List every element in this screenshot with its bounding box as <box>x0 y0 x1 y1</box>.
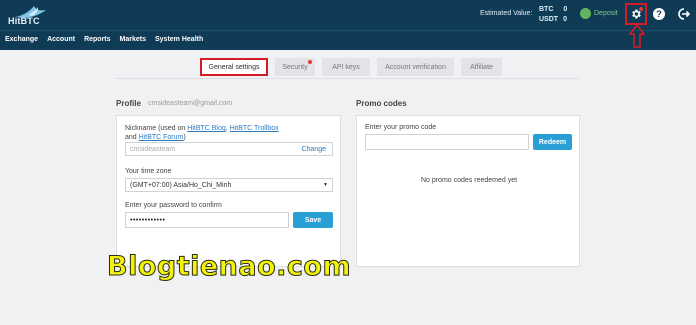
tab-api-keys[interactable]: API keys <box>322 58 370 76</box>
help-icon[interactable]: ? <box>653 8 665 20</box>
change-nickname-link[interactable]: Change <box>301 146 326 153</box>
password-input[interactable]: •••••••••••• <box>125 212 289 228</box>
nav-exchange[interactable]: Exchange <box>5 36 38 43</box>
promo-code-input[interactable] <box>365 134 529 150</box>
balance-amount: 0 <box>563 6 568 13</box>
top-header: HitBTC Estimated Value: BTC 0 USDT 0 Depos… <box>0 0 696 30</box>
no-promo-text: No promo codes reedemed yet <box>420 177 518 184</box>
nav-system-health[interactable]: System Health <box>155 36 203 43</box>
annotation-arrow-icon <box>629 24 645 48</box>
settings-tabs: General settings Security API keys Accou… <box>200 58 502 76</box>
balances: BTC 0 USDT 0 <box>539 5 567 25</box>
deposit-icon <box>580 8 591 19</box>
deposit-label: Deposit <box>594 10 618 17</box>
nav-markets[interactable]: Markets <box>120 36 146 43</box>
tab-affiliate[interactable]: Affiliate <box>461 58 502 76</box>
password-label: Enter your password to confirm <box>125 202 222 209</box>
tab-label: Security <box>282 63 308 71</box>
balance-currency: BTC <box>539 6 554 13</box>
hitbtc-logo[interactable]: HitBTC <box>6 5 56 27</box>
balance-currency: USDT <box>539 16 559 23</box>
nickname-value: cmsideasteam <box>130 145 176 153</box>
notification-dot <box>639 7 643 11</box>
redeem-button[interactable]: Redeem <box>533 134 572 150</box>
nav-reports[interactable]: Reports <box>84 36 110 43</box>
logout-icon[interactable] <box>676 7 690 21</box>
watermark-text: Blogtienao.com <box>106 251 352 283</box>
balance-amount: 0 <box>563 16 567 23</box>
nav-account[interactable]: Account <box>47 36 75 43</box>
profile-email: cmsideasteam@gmail.com <box>148 100 233 107</box>
nickname-label: Nickname (used on HitBTC Blog, HitBTC Tr… <box>125 125 279 141</box>
tab-account-verification[interactable]: Account verification <box>377 58 454 76</box>
settings-button[interactable] <box>625 3 647 25</box>
timezone-select[interactable]: (GMT+07:00) Asia/Ho_Chi_Minh ▼ <box>125 178 333 192</box>
profile-title: Profile <box>116 99 141 108</box>
tab-label: General settings <box>208 63 260 71</box>
tab-alert-dot <box>308 60 312 64</box>
main-nav: Exchange Account Reports Markets System … <box>0 30 696 50</box>
hitbtc-trollbox-link[interactable]: HitBTC Trollbox <box>230 125 279 132</box>
profile-card: Nickname (used on HitBTC Blog, HitBTC Tr… <box>116 115 341 267</box>
tab-general-settings[interactable]: General settings <box>200 58 268 76</box>
tab-label: API keys <box>332 63 360 71</box>
tabs-divider <box>116 78 579 79</box>
nickname-label-text: Nickname (used on <box>125 125 186 132</box>
hitbtc-forum-link[interactable]: HitBTC Forum <box>139 134 184 141</box>
tab-label: Account verification <box>385 63 446 71</box>
timezone-value: (GMT+07:00) Asia/Ho_Chi_Minh <box>130 181 232 189</box>
logo-text: HitBTC <box>8 16 40 26</box>
estimated-value-label: Estimated Value: <box>480 10 533 17</box>
nickname-field[interactable]: cmsideasteam Change <box>125 142 333 156</box>
save-button[interactable]: Save <box>293 212 333 228</box>
and-text: and <box>125 134 137 141</box>
password-value: •••••••••••• <box>130 216 166 224</box>
promo-input-label: Enter your promo code <box>365 124 437 131</box>
chevron-down-icon: ▼ <box>323 182 328 188</box>
promo-title: Promo codes <box>356 99 407 108</box>
tab-security[interactable]: Security <box>275 58 315 76</box>
tab-label: Affiliate <box>470 63 493 71</box>
promo-card: Enter your promo code Redeem No promo co… <box>356 115 580 267</box>
deposit-button[interactable]: Deposit <box>580 8 618 19</box>
timezone-label: Your time zone <box>125 168 172 175</box>
hitbtc-blog-link[interactable]: HitBTC Blog <box>187 125 226 132</box>
